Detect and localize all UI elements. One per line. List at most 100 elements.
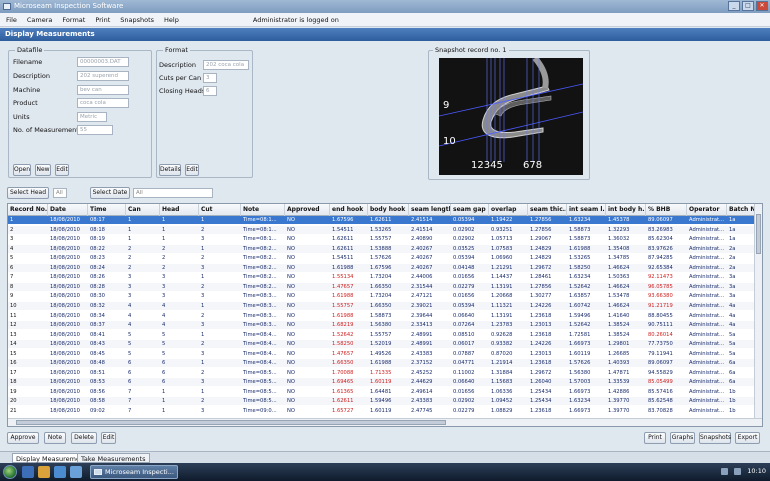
column-header[interactable]: Batch No. — [727, 204, 757, 216]
table-row[interactable]: 7 18/08/2010 08:26 3 3 1 Time=08:2... NO 1.55134… — [8, 273, 756, 281]
column-header[interactable]: body hook — [368, 204, 409, 216]
close-button[interactable]: ✕ — [756, 1, 768, 11]
column-header[interactable]: Head — [160, 204, 199, 216]
menu-snapshots[interactable]: Snapshots — [120, 16, 154, 24]
column-header[interactable]: Record No. — [8, 204, 48, 216]
network-icon[interactable] — [721, 467, 729, 475]
select-date-value[interactable]: All — [133, 188, 213, 198]
table-row[interactable]: 17 18/08/2010 08:51 6 6 2 Time=08:5... NO 1.7008… — [8, 369, 756, 377]
table-row[interactable]: 3 18/08/2010 08:19 1 1 3 Time=08:1... NO 1.62611… — [8, 235, 756, 243]
datafile-edit-button[interactable]: Edit — [55, 164, 69, 176]
table-cell: 2.48991 — [411, 331, 433, 338]
column-header[interactable]: % BHB — [646, 204, 687, 216]
vertical-scroll-thumb[interactable] — [756, 214, 761, 254]
filename-label: Filename — [13, 58, 43, 66]
delete-button[interactable]: Delete — [71, 432, 97, 444]
table-row[interactable]: 10 18/08/2010 08:32 4 4 1 Time=08:3... NO 1.5575… — [8, 301, 756, 310]
export-button[interactable]: Export — [735, 432, 760, 444]
desktop-icon[interactable] — [70, 466, 82, 478]
vertical-scrollbar[interactable] — [754, 204, 762, 419]
table-cell: 1.52019 — [370, 341, 392, 348]
format-description-field[interactable]: 202 coca cola — [203, 60, 249, 70]
measurements-count-field[interactable]: 55 — [77, 125, 113, 135]
column-header[interactable]: int body h... — [606, 204, 646, 216]
note-button[interactable]: Note — [44, 432, 66, 444]
menu-print[interactable]: Print — [95, 16, 110, 24]
table-row[interactable]: 1 18/08/2010 08:17 1 1 1 Time=08:1... NO 1.67596… — [8, 216, 756, 224]
column-header[interactable]: Note — [241, 204, 285, 216]
column-header[interactable]: Operator — [687, 204, 727, 216]
maximize-button[interactable]: □ — [742, 1, 754, 11]
column-header[interactable]: seam length — [409, 204, 451, 216]
menu-help[interactable]: Help — [164, 16, 179, 24]
table-row[interactable]: 11 18/08/2010 08:34 4 4 2 Time=08:3... NO 1.6198… — [8, 312, 756, 320]
table-row[interactable]: 14 18/08/2010 08:43 5 5 2 Time=08:4... NO 1.5825… — [8, 340, 756, 349]
table-cell: 1.58873 — [370, 312, 392, 319]
column-header[interactable]: int seam l... — [567, 204, 606, 216]
machine-field[interactable]: bev can — [77, 85, 129, 95]
table-row[interactable]: 18 18/08/2010 08:53 6 6 3 Time=08:5... NO 1.6946… — [8, 378, 756, 387]
product-field[interactable]: coca cola — [77, 98, 129, 108]
volume-icon[interactable] — [734, 467, 742, 475]
table-row[interactable]: 19 18/08/2010 08:56 7 1 1 Time=08:5... NO 1.6136… — [8, 388, 756, 396]
snapshots-button[interactable]: Snapshots — [699, 432, 731, 444]
measurements-grid[interactable]: Record No. Date Time Can Head Cut Note Approved… — [7, 203, 763, 427]
format-edit-button[interactable]: Edit — [185, 164, 199, 176]
minimize-button[interactable]: _ — [728, 1, 740, 11]
column-header[interactable]: Approved — [285, 204, 330, 216]
table-row[interactable]: 4 18/08/2010 08:22 2 2 1 Time=08:2... NO 1.62611… — [8, 244, 756, 253]
column-header[interactable]: Cut — [199, 204, 241, 216]
new-button[interactable]: New — [35, 164, 51, 176]
table-cell: Time=08:5... — [243, 388, 277, 395]
table-row[interactable]: 5 18/08/2010 08:23 2 2 2 Time=08:2... NO 1.54511… — [8, 254, 756, 262]
table-cell: 1.31884 — [491, 369, 513, 376]
column-header[interactable]: Time — [88, 204, 126, 216]
table-cell: 20 — [10, 398, 17, 405]
table-cell: Time=08:2... — [243, 255, 277, 262]
closing-heads-field[interactable]: 6 — [203, 86, 217, 96]
edit-button[interactable]: Edit — [101, 432, 116, 444]
media-icon[interactable] — [54, 466, 66, 478]
taskbar-app-button[interactable]: Microseam Inspecti... — [90, 465, 178, 479]
table-row[interactable]: 13 18/08/2010 08:41 5 5 1 Time=08:4... NO 1.5264… — [8, 331, 756, 339]
column-header[interactable]: Can — [126, 204, 160, 216]
horizontal-scroll-thumb[interactable] — [16, 420, 446, 425]
table-row[interactable]: 15 18/08/2010 08:45 5 5 3 Time=08:4... NO 1.4765… — [8, 350, 756, 358]
select-date-button[interactable]: Select Date — [90, 187, 130, 199]
print-button[interactable]: Print — [644, 432, 666, 444]
folder-icon[interactable] — [38, 466, 50, 478]
table-row[interactable]: 2 18/08/2010 08:18 1 1 2 Time=08:1... NO 1.54511… — [8, 225, 756, 234]
start-button-icon[interactable] — [3, 465, 17, 479]
approve-button[interactable]: Approve — [7, 432, 39, 444]
filename-field[interactable]: 00000003.DAT — [77, 57, 129, 67]
table-row[interactable]: 6 18/08/2010 08:24 2 2 3 Time=08:2... NO 1.61988… — [8, 263, 756, 272]
menu-camera[interactable]: Camera — [27, 16, 53, 24]
menu-format[interactable]: Format — [62, 16, 85, 24]
open-button[interactable]: Open — [13, 164, 31, 176]
graphs-button[interactable]: Graphs — [670, 432, 695, 444]
tab-take-measurements[interactable]: Take Measurements — [77, 453, 150, 463]
table-cell: 18/08/2010 — [50, 322, 80, 329]
table-cell: 1.25434 — [530, 388, 552, 395]
select-head-button[interactable]: Select Head — [7, 187, 49, 199]
column-header[interactable]: overlap — [489, 204, 528, 216]
table-row[interactable]: 12 18/08/2010 08:37 4 4 3 Time=08:3... NO 1.6821… — [8, 321, 756, 330]
units-field[interactable]: Metric — [77, 112, 107, 122]
column-header[interactable]: seam thic... — [528, 204, 567, 216]
details-button[interactable]: Details — [159, 164, 181, 176]
table-row[interactable]: 9 18/08/2010 08:30 3 3 3 Time=08:3... NO 1.61988… — [8, 292, 756, 300]
table-row[interactable]: 21 18/08/2010 09:02 7 1 3 Time=09:0... NO 1.6572… — [8, 407, 756, 415]
table-row[interactable]: 20 18/08/2010 08:58 7 1 2 Time=08:5... NO 1.6261… — [8, 397, 756, 406]
menu-file[interactable]: File — [6, 16, 17, 24]
horizontal-scrollbar[interactable] — [8, 418, 762, 426]
select-head-value[interactable]: All — [53, 188, 67, 198]
table-row[interactable]: 16 18/08/2010 08:48 6 6 1 Time=08:4... NO 1.6635… — [8, 359, 756, 368]
table-row[interactable]: 8 18/08/2010 08:28 3 3 2 Time=08:2... NO 1.47657… — [8, 282, 756, 291]
column-header[interactable]: end hook — [330, 204, 368, 216]
ie-icon[interactable] — [22, 466, 34, 478]
table-cell: 2 — [201, 369, 205, 376]
description-field[interactable]: 202 superend — [77, 71, 129, 81]
cuts-per-can-field[interactable]: 3 — [203, 73, 217, 83]
column-header[interactable]: seam gap — [451, 204, 489, 216]
column-header[interactable]: Date — [48, 204, 88, 216]
